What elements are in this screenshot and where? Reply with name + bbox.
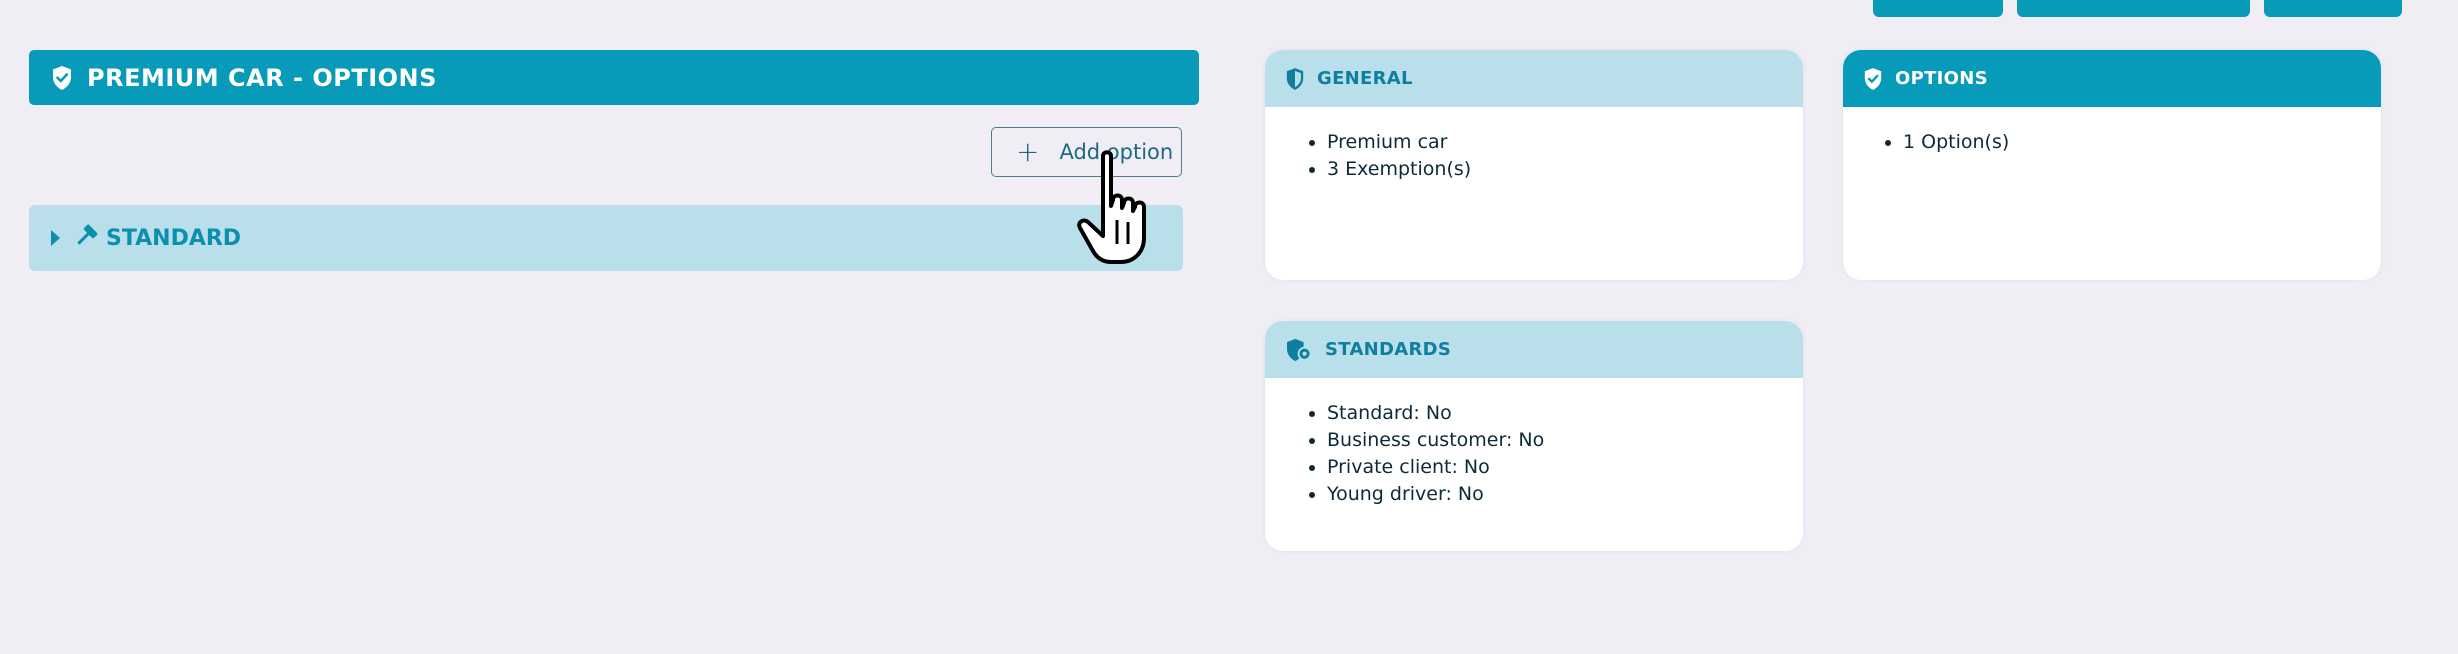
list-item: Private client: No	[1327, 454, 1803, 481]
item-label: Business customer:	[1327, 429, 1513, 451]
page-title: PREMIUM CAR - OPTIONS	[87, 63, 437, 92]
item-label: Young driver:	[1327, 483, 1452, 505]
general-card-title: GENERAL	[1317, 68, 1413, 89]
list-item: Standard: No	[1327, 400, 1803, 427]
list-item: Young driver: No	[1327, 481, 1803, 508]
hand-pointer-icon	[1073, 148, 1168, 270]
item-value: No	[1425, 402, 1452, 424]
general-card-header: GENERAL	[1265, 50, 1803, 107]
list-item: Premium car	[1327, 129, 1803, 156]
top-action-button-1[interactable]	[1873, 0, 2003, 17]
shield-icon	[1285, 67, 1305, 91]
item-label: Private client:	[1327, 456, 1458, 478]
general-list: Premium car 3 Exemption(s)	[1265, 107, 1803, 183]
item-value: No	[1518, 429, 1545, 451]
standards-card: STANDARDS Standard: No Business customer…	[1265, 321, 1803, 551]
options-card: OPTIONS 1 Option(s)	[1843, 50, 2381, 280]
standards-card-header: STANDARDS	[1265, 321, 1803, 378]
caret-right-icon	[51, 230, 60, 246]
hammer-icon	[74, 224, 98, 252]
item-value: No	[1457, 483, 1484, 505]
list-item: 1 Option(s)	[1903, 129, 2381, 156]
shield-check-icon	[51, 65, 73, 91]
general-card: GENERAL Premium car 3 Exemption(s)	[1265, 50, 1803, 280]
options-list: 1 Option(s)	[1843, 107, 2381, 156]
item-value: No	[1463, 456, 1490, 478]
options-card-header: OPTIONS	[1843, 50, 2381, 107]
standards-card-title: STANDARDS	[1325, 339, 1452, 360]
accordion-standard[interactable]: STANDARD	[29, 205, 1183, 271]
plus-icon: +	[1016, 135, 1040, 168]
list-item: Business customer: No	[1327, 427, 1803, 454]
shield-check-icon	[1863, 67, 1883, 91]
list-item: 3 Exemption(s)	[1327, 156, 1803, 183]
standards-list: Standard: No Business customer: No Priva…	[1265, 378, 1803, 508]
shield-gear-icon	[1285, 338, 1313, 362]
top-action-button-2[interactable]	[2017, 0, 2250, 17]
accordion-label: STANDARD	[106, 225, 242, 251]
item-label: Standard:	[1327, 402, 1420, 424]
options-panel-header: PREMIUM CAR - OPTIONS	[29, 50, 1199, 105]
top-action-button-3[interactable]	[2264, 0, 2402, 17]
options-card-title: OPTIONS	[1895, 68, 1988, 89]
